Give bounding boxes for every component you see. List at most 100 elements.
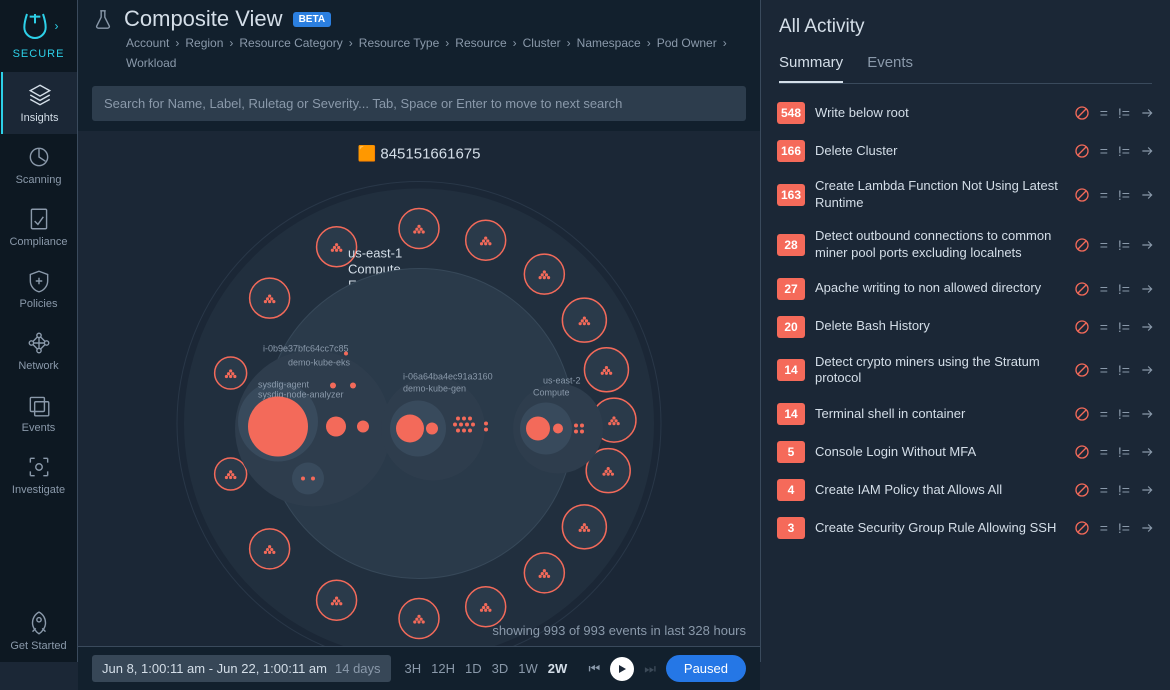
nav-get-started[interactable]: Get Started xyxy=(1,600,77,662)
equals-filter[interactable]: = xyxy=(1100,444,1108,460)
not-equals-filter[interactable]: != xyxy=(1118,444,1130,460)
ban-icon[interactable] xyxy=(1074,520,1090,536)
equals-filter[interactable]: = xyxy=(1100,482,1108,498)
play-button[interactable] xyxy=(610,657,634,681)
equals-filter[interactable]: = xyxy=(1100,362,1108,378)
flask-icon xyxy=(92,8,114,30)
time-preset-2w[interactable]: 2W xyxy=(548,661,568,676)
arrow-right-icon[interactable] xyxy=(1140,407,1154,421)
time-preset-12h[interactable]: 12H xyxy=(431,661,455,676)
crumb-namespace[interactable]: Namespace xyxy=(575,34,643,52)
search-input[interactable] xyxy=(92,86,746,121)
not-equals-filter[interactable]: != xyxy=(1118,482,1130,498)
equals-filter[interactable]: = xyxy=(1100,281,1108,297)
arrow-right-icon[interactable] xyxy=(1140,363,1154,377)
nav-insights[interactable]: Insights xyxy=(1,72,77,134)
nav-compliance[interactable]: Compliance xyxy=(1,196,77,258)
crumb-region[interactable]: Region xyxy=(183,34,225,52)
ban-icon[interactable] xyxy=(1074,187,1090,203)
rule-name: Delete Cluster xyxy=(815,143,1064,160)
count-badge: 548 xyxy=(777,102,805,124)
rule-name: Create Security Group Rule Allowing SSH xyxy=(815,520,1064,537)
chevron-right-icon: › xyxy=(645,36,653,50)
activity-row[interactable]: 4Create IAM Policy that Allows All=!= xyxy=(773,471,1158,509)
not-equals-filter[interactable]: != xyxy=(1118,520,1130,536)
ban-icon[interactable] xyxy=(1074,482,1090,498)
time-preset-1d[interactable]: 1D xyxy=(465,661,482,676)
crumb-cluster[interactable]: Cluster xyxy=(521,34,563,52)
tab-events[interactable]: Events xyxy=(867,54,913,83)
time-range[interactable]: Jun 8, 1:00:11 am - Jun 22, 1:00:11 am 1… xyxy=(92,655,391,682)
play-status-button[interactable]: Paused xyxy=(666,655,746,682)
equals-filter[interactable]: = xyxy=(1100,187,1108,203)
nav-policies[interactable]: Policies xyxy=(1,258,77,320)
nav-scanning[interactable]: Scanning xyxy=(1,134,77,196)
time-preset-3d[interactable]: 3D xyxy=(492,661,509,676)
arrow-right-icon[interactable] xyxy=(1140,521,1154,535)
not-equals-filter[interactable]: != xyxy=(1118,187,1130,203)
ban-icon[interactable] xyxy=(1074,406,1090,422)
visualization-area[interactable]: 🟧 845151661675 us-east-1 Compute EC2 i-0… xyxy=(78,131,760,646)
crumb-account[interactable]: Account xyxy=(124,34,171,52)
crumb-resource-category[interactable]: Resource Category xyxy=(237,34,344,52)
equals-filter[interactable]: = xyxy=(1100,237,1108,253)
arrow-right-icon[interactable] xyxy=(1140,445,1154,459)
row-actions: = != xyxy=(1074,237,1154,253)
activity-list[interactable]: 548Write below root=!=166Delete Cluster=… xyxy=(761,84,1170,662)
arrow-right-icon[interactable] xyxy=(1140,188,1154,202)
crumb-resource[interactable]: Resource xyxy=(453,34,508,52)
activity-row[interactable]: 166Delete Cluster=!= xyxy=(773,132,1158,170)
crumb-workload[interactable]: Workload xyxy=(124,54,178,72)
nav-network[interactable]: Network xyxy=(1,320,77,382)
nav-label: Get Started xyxy=(10,640,66,652)
nav-events[interactable]: Events xyxy=(1,382,77,444)
ban-icon[interactable] xyxy=(1074,237,1090,253)
tab-summary[interactable]: Summary xyxy=(779,54,843,83)
time-preset-1w[interactable]: 1W xyxy=(518,661,538,676)
equals-filter[interactable]: = xyxy=(1100,520,1108,536)
arrow-right-icon[interactable] xyxy=(1140,106,1154,120)
ban-icon[interactable] xyxy=(1074,319,1090,335)
arrow-right-icon[interactable] xyxy=(1140,320,1154,334)
expand-nav-icon[interactable]: › xyxy=(55,19,59,33)
activity-row[interactable]: 14Terminal shell in container=!= xyxy=(773,395,1158,433)
skip-back-icon[interactable]: ⏮ xyxy=(589,661,601,677)
ban-icon[interactable] xyxy=(1074,105,1090,121)
activity-row[interactable]: 3Create Security Group Rule Allowing SSH… xyxy=(773,509,1158,547)
ban-icon[interactable] xyxy=(1074,143,1090,159)
arrow-right-icon[interactable] xyxy=(1140,483,1154,497)
equals-filter[interactable]: = xyxy=(1100,105,1108,121)
arrow-right-icon[interactable] xyxy=(1140,144,1154,158)
crumb-resource-type[interactable]: Resource Type xyxy=(357,34,442,52)
time-preset-3h[interactable]: 3H xyxy=(405,661,422,676)
activity-row[interactable]: 20Delete Bash History=!= xyxy=(773,308,1158,346)
not-equals-filter[interactable]: != xyxy=(1118,281,1130,297)
brand-logo[interactable]: › xyxy=(19,10,59,42)
not-equals-filter[interactable]: != xyxy=(1118,362,1130,378)
not-equals-filter[interactable]: != xyxy=(1118,237,1130,253)
rule-name: Delete Bash History xyxy=(815,318,1064,335)
skip-forward-icon[interactable]: ⏭ xyxy=(644,661,656,677)
crumb-pod-owner[interactable]: Pod Owner xyxy=(655,34,719,52)
not-equals-filter[interactable]: != xyxy=(1118,143,1130,159)
ban-icon[interactable] xyxy=(1074,444,1090,460)
not-equals-filter[interactable]: != xyxy=(1118,105,1130,121)
activity-row[interactable]: 163Create Lambda Function Not Using Late… xyxy=(773,170,1158,220)
scanning-icon xyxy=(26,144,52,170)
equals-filter[interactable]: = xyxy=(1100,319,1108,335)
ban-icon[interactable] xyxy=(1074,281,1090,297)
arrow-right-icon[interactable] xyxy=(1140,282,1154,296)
activity-row[interactable]: 5Console Login Without MFA=!= xyxy=(773,433,1158,471)
equals-filter[interactable]: = xyxy=(1100,143,1108,159)
not-equals-filter[interactable]: != xyxy=(1118,406,1130,422)
ban-icon[interactable] xyxy=(1074,362,1090,378)
svg-text:sysdig-agent: sysdig-agent xyxy=(258,380,310,390)
activity-row[interactable]: 548Write below root=!= xyxy=(773,94,1158,132)
nav-investigate[interactable]: Investigate xyxy=(1,444,77,506)
equals-filter[interactable]: = xyxy=(1100,406,1108,422)
activity-row[interactable]: 27Apache writing to non allowed director… xyxy=(773,270,1158,308)
activity-row[interactable]: 14Detect crypto miners using the Stratum… xyxy=(773,346,1158,396)
activity-row[interactable]: 28Detect outbound connections to common … xyxy=(773,220,1158,270)
not-equals-filter[interactable]: != xyxy=(1118,319,1130,335)
arrow-right-icon[interactable] xyxy=(1140,238,1154,252)
